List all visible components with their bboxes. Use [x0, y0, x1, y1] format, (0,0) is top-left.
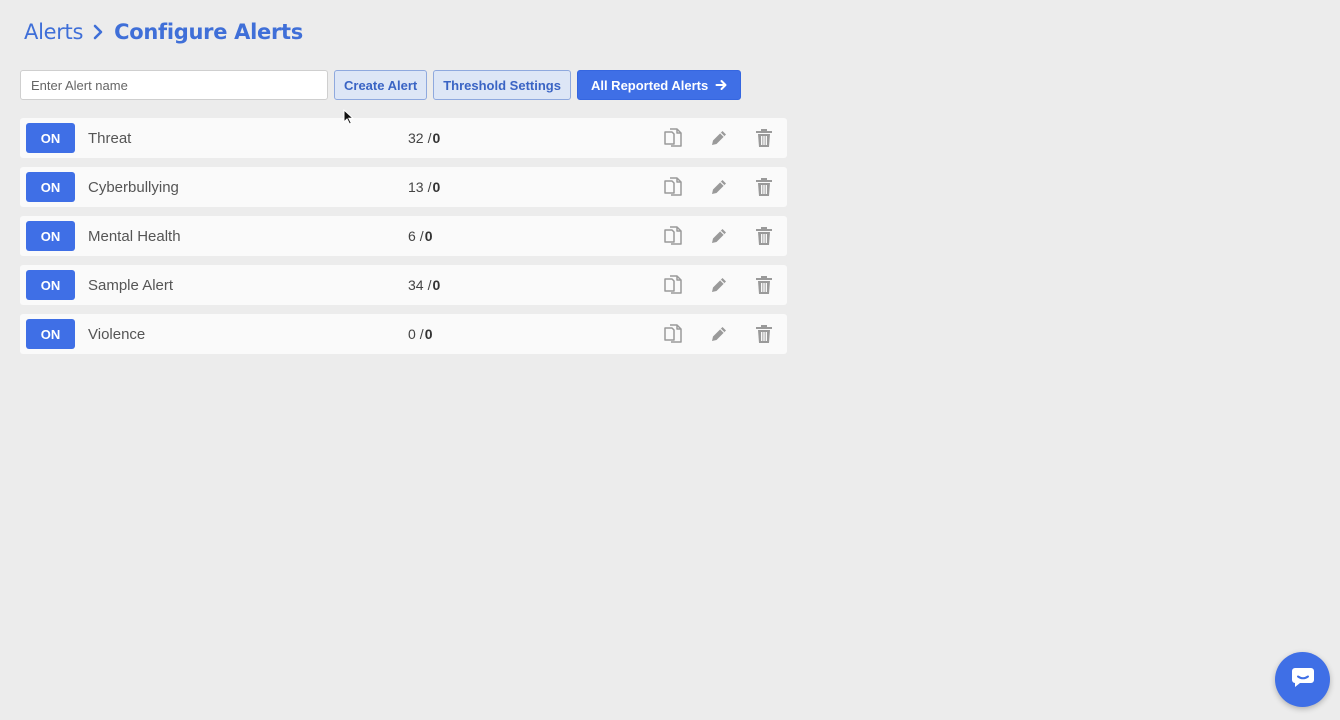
- copy-icon[interactable]: [661, 175, 685, 199]
- pencil-icon[interactable]: [707, 273, 731, 297]
- alert-toggle[interactable]: ON: [26, 270, 75, 300]
- pencil-icon[interactable]: [707, 175, 731, 199]
- alert-name: Mental Health: [88, 227, 181, 245]
- alert-count-separator: /: [419, 228, 424, 244]
- alert-row: ON Cyberbullying 13/0: [20, 167, 787, 207]
- alert-count-total: 0: [424, 326, 433, 342]
- alert-toggle[interactable]: ON: [26, 123, 75, 153]
- alert-count: 0/0: [408, 314, 432, 354]
- pencil-icon[interactable]: [707, 126, 731, 150]
- alert-name-input[interactable]: [20, 70, 328, 100]
- alert-toggle[interactable]: ON: [26, 319, 75, 349]
- alert-toggle[interactable]: ON: [26, 221, 75, 251]
- create-alert-button[interactable]: Create Alert: [334, 70, 428, 100]
- alert-count-value: 34: [408, 277, 424, 293]
- copy-icon[interactable]: [661, 322, 685, 346]
- threshold-settings-button[interactable]: Threshold Settings: [433, 70, 571, 100]
- pencil-icon[interactable]: [707, 322, 731, 346]
- breadcrumb-root-link[interactable]: Alerts: [24, 20, 83, 44]
- alert-count-value: 32: [408, 130, 424, 146]
- alert-count-total: 0: [432, 179, 441, 195]
- alert-row: ON Sample Alert 34/0: [20, 265, 787, 305]
- alert-list: ON Threat 32/0 ON Cyberbullying 13/0 ON …: [20, 118, 787, 354]
- alert-row: ON Threat 32/0: [20, 118, 787, 158]
- toolbar: Create Alert Threshold Settings All Repo…: [20, 70, 742, 100]
- mouse-cursor-icon: [343, 108, 355, 130]
- arrow-right-icon: [715, 79, 727, 91]
- chat-launcher-button[interactable]: [1275, 652, 1330, 707]
- chevron-right-icon: [92, 24, 104, 40]
- alert-count-total: 0: [432, 130, 441, 146]
- alert-name: Cyberbullying: [88, 178, 179, 196]
- alert-name: Violence: [88, 325, 146, 343]
- alert-count-separator: /: [427, 130, 432, 146]
- breadcrumb: Alerts Configure Alerts: [24, 20, 303, 44]
- alert-count: 6/0: [408, 216, 432, 256]
- trash-icon[interactable]: [752, 273, 776, 297]
- trash-icon[interactable]: [752, 175, 776, 199]
- chat-icon: [1291, 666, 1315, 693]
- alert-name: Threat: [88, 129, 132, 147]
- pencil-icon[interactable]: [707, 224, 731, 248]
- alert-count-separator: /: [419, 326, 424, 342]
- alert-row: ON Violence 0/0: [20, 314, 787, 354]
- alert-count: 13/0: [408, 167, 440, 207]
- page-title: Configure Alerts: [114, 20, 303, 44]
- copy-icon[interactable]: [661, 273, 685, 297]
- alert-count-value: 13: [408, 179, 424, 195]
- alert-count-value: 0: [408, 326, 416, 342]
- trash-icon[interactable]: [752, 224, 776, 248]
- alert-count-separator: /: [427, 277, 432, 293]
- alert-count: 34/0: [408, 265, 440, 305]
- alert-count-total: 0: [424, 228, 433, 244]
- alert-count-value: 6: [408, 228, 416, 244]
- trash-icon[interactable]: [752, 126, 776, 150]
- all-reported-alerts-button[interactable]: All Reported Alerts: [576, 70, 742, 100]
- all-reported-alerts-label: All Reported Alerts: [590, 77, 709, 93]
- alert-row: ON Mental Health 6/0: [20, 216, 787, 256]
- copy-icon[interactable]: [661, 126, 685, 150]
- alert-count-total: 0: [432, 277, 441, 293]
- alert-count: 32/0: [408, 118, 440, 158]
- copy-icon[interactable]: [661, 224, 685, 248]
- alert-name: Sample Alert: [88, 276, 174, 294]
- alert-count-separator: /: [427, 179, 432, 195]
- alert-toggle[interactable]: ON: [26, 172, 75, 202]
- trash-icon[interactable]: [752, 322, 776, 346]
